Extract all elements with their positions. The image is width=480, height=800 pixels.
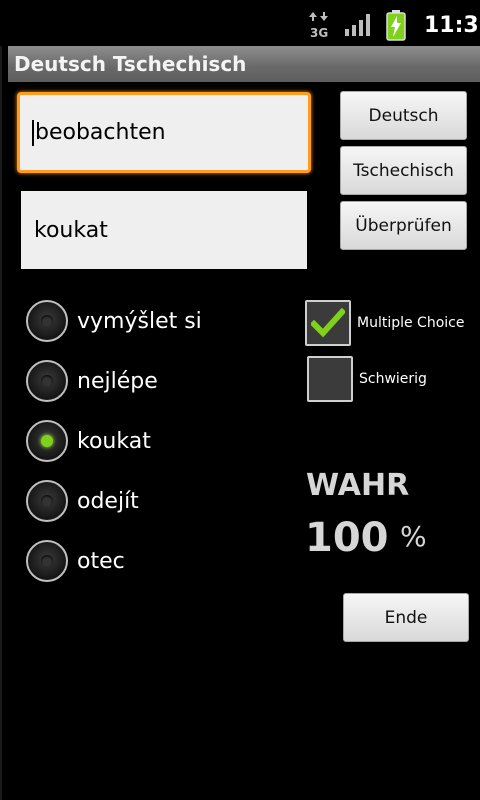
schwierig-option[interactable]: Schwierig	[307, 356, 427, 402]
choice-label: nejlépe	[77, 368, 158, 394]
checkmark-icon	[311, 308, 345, 338]
multiple-choice-label: Multiple Choice	[357, 315, 465, 331]
schwierig-checkbox[interactable]	[307, 356, 353, 402]
network-label: 3G	[310, 26, 328, 40]
choice-item[interactable]: otec	[26, 537, 125, 585]
deutsch-button[interactable]: Deutsch	[340, 91, 467, 140]
choice-label: koukat	[77, 428, 151, 454]
answer-field[interactable]: koukat	[21, 191, 307, 269]
tschechisch-button[interactable]: Tschechisch	[340, 146, 467, 195]
radio-button[interactable]	[26, 540, 68, 582]
choice-label: otec	[77, 548, 125, 574]
choice-item[interactable]: odejít	[26, 477, 139, 525]
clock: 11:36	[424, 12, 480, 38]
choice-item[interactable]: vymýšlet si	[26, 297, 202, 345]
battery-charging-icon	[386, 0, 406, 50]
window-edge	[0, 46, 2, 800]
source-word-value: beobachten	[35, 120, 166, 145]
multiple-choice-option[interactable]: Multiple Choice	[305, 300, 464, 346]
ende-button[interactable]: Ende	[343, 593, 469, 642]
status-bar: 3G 11:36	[0, 0, 480, 50]
radio-button[interactable]	[26, 300, 68, 342]
multiple-choice-checkbox[interactable]	[305, 300, 351, 346]
data-3g-icon: 3G	[308, 0, 332, 50]
source-word-field[interactable]: beobachten	[17, 92, 311, 173]
app-title: Deutsch Tschechisch	[14, 52, 247, 76]
title-bar: Deutsch Tschechisch	[8, 46, 480, 82]
radio-button[interactable]	[26, 480, 68, 522]
choice-item[interactable]: koukat	[26, 417, 151, 465]
signal-icon	[344, 0, 372, 50]
answer-value: koukat	[34, 217, 108, 243]
result-status: WAHR	[306, 468, 410, 503]
choice-item[interactable]: nejlépe	[26, 357, 158, 405]
choice-label: vymýšlet si	[77, 308, 202, 334]
ueberpruefen-button[interactable]: Überprüfen	[340, 201, 467, 250]
choice-label: odejít	[77, 488, 139, 514]
radio-button[interactable]	[26, 360, 68, 402]
schwierig-label: Schwierig	[359, 371, 427, 387]
score-percent: 100	[305, 515, 389, 561]
radio-button-selected[interactable]	[26, 420, 68, 462]
text-caret	[32, 119, 34, 146]
percent-sign: %	[400, 520, 427, 553]
